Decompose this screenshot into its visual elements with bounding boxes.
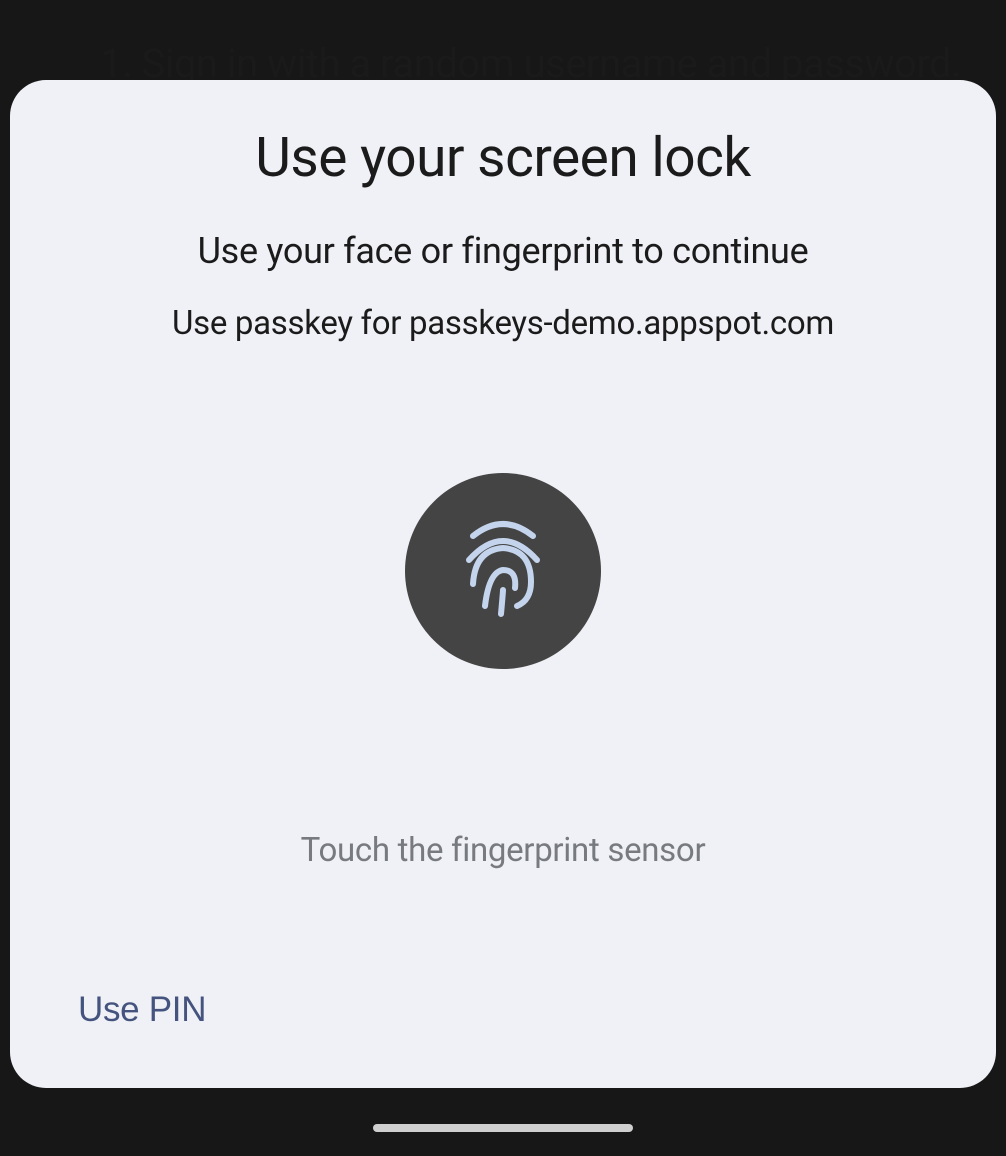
fingerprint-sensor[interactable] (405, 473, 601, 669)
passkey-domain-text: Use passkey for passkeys-demo.appspot.co… (172, 304, 834, 343)
fingerprint-icon (453, 514, 553, 628)
navigation-bar-handle[interactable] (373, 1124, 633, 1132)
sensor-hint: Touch the fingerprint sensor (301, 831, 706, 870)
use-pin-button[interactable]: Use PIN (74, 982, 210, 1038)
biometric-dialog: Use your screen lock Use your face or fi… (10, 80, 996, 1088)
dialog-subtitle: Use your face or fingerprint to continue (198, 230, 809, 272)
dialog-footer: Use PIN (74, 982, 932, 1038)
dialog-title: Use your screen lock (255, 126, 751, 190)
